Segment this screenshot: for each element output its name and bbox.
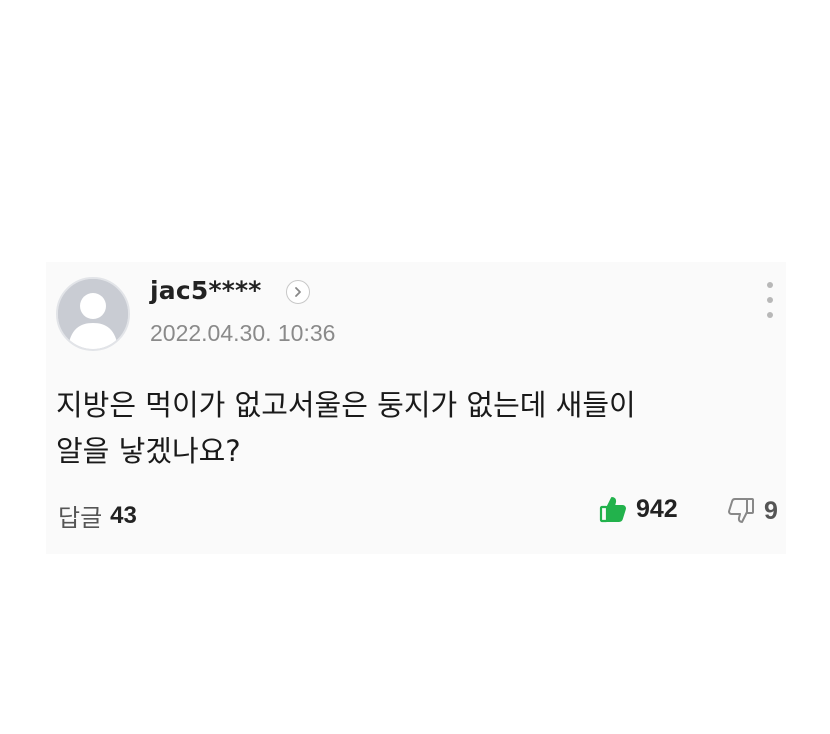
default-user-avatar-icon (58, 279, 128, 349)
vertical-ellipsis-icon (767, 312, 773, 318)
like-count: 942 (636, 494, 678, 523)
comment-timestamp: 2022.04.30. 10:36 (150, 320, 336, 346)
dislike-button[interactable]: 9 (726, 496, 778, 526)
thumbs-down-icon (728, 498, 754, 523)
like-button[interactable]: 942 (598, 494, 678, 524)
reply-count: 43 (110, 501, 137, 529)
reply-button[interactable]: 답글 43 (58, 498, 137, 533)
thumbs-up-icon (599, 497, 626, 523)
avatar[interactable] (56, 277, 130, 351)
username[interactable]: jac5**** (150, 276, 262, 305)
reply-label: 답글 (58, 504, 103, 532)
vertical-ellipsis-icon (767, 282, 773, 288)
comment-text: 지방은 먹이가 없고서울은 둥지가 없는데 새들이 알을 낳겠나요? (56, 388, 636, 468)
vertical-ellipsis-icon (767, 297, 773, 303)
chevron-right-icon (295, 287, 301, 297)
more-options-button[interactable] (758, 282, 782, 318)
comment-card: jac5**** 2022.04.30. 10:36 지방은 먹이가 없고서울은… (46, 262, 786, 554)
dislike-count: 9 (764, 496, 778, 525)
profile-link-button[interactable] (286, 280, 310, 304)
